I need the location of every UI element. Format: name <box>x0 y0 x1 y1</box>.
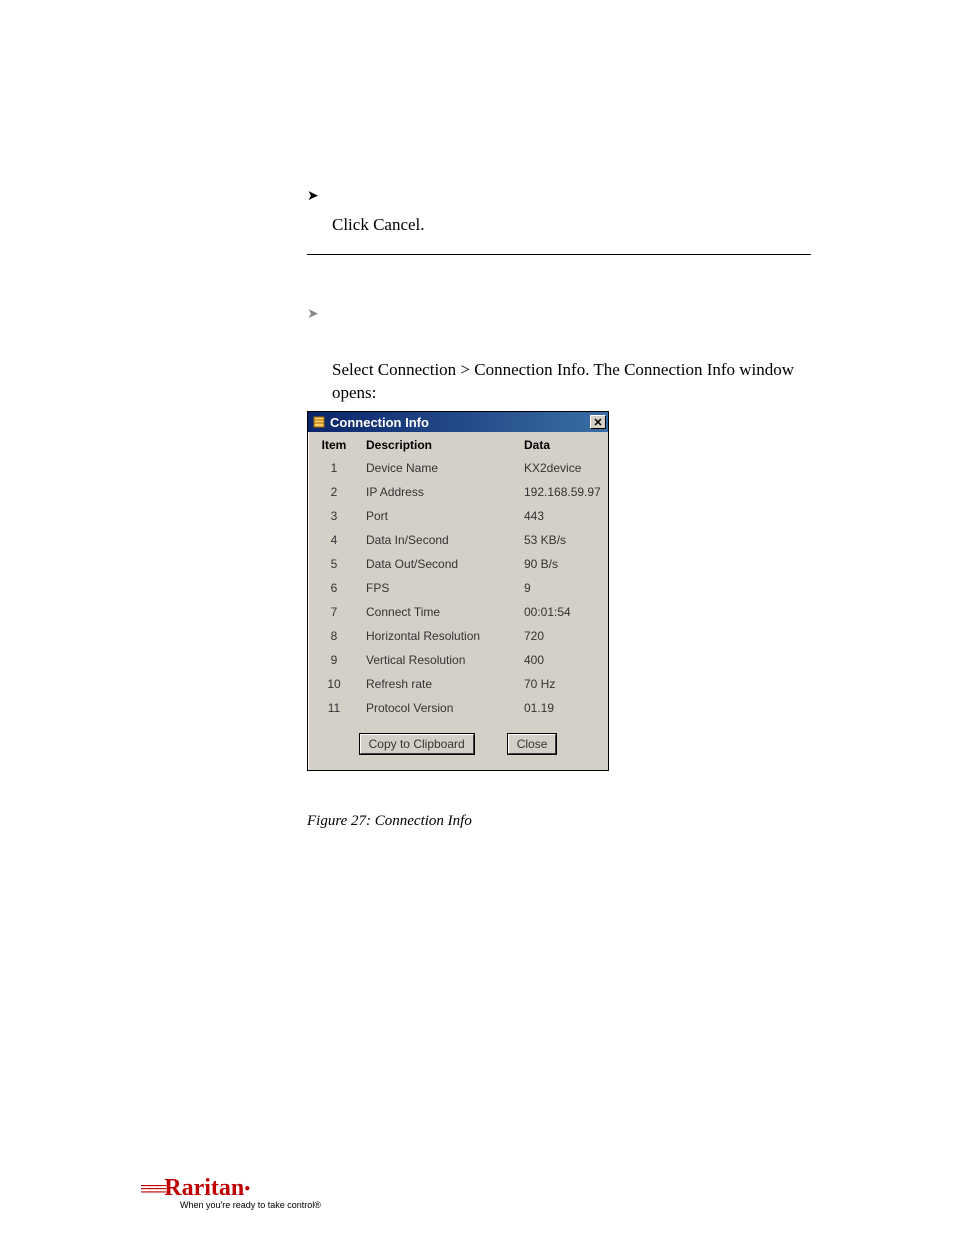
bullet-arrow-icon: ➤ <box>307 306 319 323</box>
cell-item: 9 <box>308 648 360 672</box>
cell-desc: IP Address <box>360 480 518 504</box>
cell-item: 4 <box>308 528 360 552</box>
cell-item: 3 <box>308 504 360 528</box>
figure-caption: Figure 27: Connection Info <box>307 813 472 830</box>
info-table: Item Description Data 1Device NameKX2dev… <box>308 432 608 720</box>
cell-item: 2 <box>308 480 360 504</box>
cell-desc: Horizontal Resolution <box>360 624 518 648</box>
instruction-text: Select Connection > Connection Info. The… <box>332 358 794 382</box>
table-header-row: Item Description Data <box>308 432 608 456</box>
app-icon <box>312 415 326 429</box>
table-row: 1Device NameKX2device <box>308 456 608 480</box>
table-row: 6FPS9 <box>308 576 608 600</box>
cell-desc: Device Name <box>360 456 518 480</box>
table-row: 7Connect Time00:01:54 <box>308 600 608 624</box>
cell-item: 1 <box>308 456 360 480</box>
cell-data: 00:01:54 <box>518 600 608 624</box>
document-page: ➤ Click Cancel. ➤ Select Connection > Co… <box>0 0 954 1235</box>
cell-data: 90 B/s <box>518 552 608 576</box>
cell-data: KX2device <box>518 456 608 480</box>
cell-desc: Connect Time <box>360 600 518 624</box>
cell-data: 70 Hz <box>518 672 608 696</box>
cell-desc: Protocol Version <box>360 696 518 720</box>
table-row: 10Refresh rate70 Hz <box>308 672 608 696</box>
cell-data: 53 KB/s <box>518 528 608 552</box>
logo-tagline: When you're ready to take control® <box>180 1200 350 1210</box>
table-row: 11Protocol Version01.19 <box>308 696 608 720</box>
bullet-arrow-icon: ➤ <box>307 188 319 205</box>
cell-desc: FPS <box>360 576 518 600</box>
window-title: Connection Info <box>330 415 590 430</box>
table-row: 2IP Address192.168.59.97 <box>308 480 608 504</box>
cell-desc: Vertical Resolution <box>360 648 518 672</box>
header-description: Description <box>360 432 518 456</box>
cell-desc: Data In/Second <box>360 528 518 552</box>
copy-to-clipboard-button[interactable]: Copy to Clipboard <box>360 734 474 754</box>
cell-data: 9 <box>518 576 608 600</box>
cell-item: 5 <box>308 552 360 576</box>
table-row: 8Horizontal Resolution720 <box>308 624 608 648</box>
instruction-text: Click Cancel. <box>332 213 425 237</box>
connection-info-window: Connection Info ✕ Item Description Data … <box>307 411 609 771</box>
table-row: 5Data Out/Second90 B/s <box>308 552 608 576</box>
cell-item: 11 <box>308 696 360 720</box>
logo-dot-icon: ● <box>244 1183 250 1194</box>
cell-item: 6 <box>308 576 360 600</box>
cell-data: 01.19 <box>518 696 608 720</box>
cell-data: 443 <box>518 504 608 528</box>
close-button[interactable]: ✕ <box>590 415 606 429</box>
header-item: Item <box>308 432 360 456</box>
section-divider <box>307 254 811 255</box>
header-data: Data <box>518 432 608 456</box>
logo-brand: Raritan <box>164 1175 244 1202</box>
instruction-text: opens: <box>332 381 376 405</box>
window-titlebar: Connection Info ✕ <box>308 412 608 432</box>
cell-item: 7 <box>308 600 360 624</box>
cell-data: 400 <box>518 648 608 672</box>
table-row: 4Data In/Second53 KB/s <box>308 528 608 552</box>
close-button[interactable]: Close <box>508 734 557 754</box>
cell-item: 8 <box>308 624 360 648</box>
cell-item: 10 <box>308 672 360 696</box>
button-row: Copy to Clipboard Close <box>308 720 608 770</box>
close-icon: ✕ <box>593 416 602 429</box>
cell-desc: Port <box>360 504 518 528</box>
table-row: 3Port443 <box>308 504 608 528</box>
raritan-logo: ≡≡≡ Raritan● When you're ready to take c… <box>140 1175 350 1210</box>
cell-data: 192.168.59.97 <box>518 480 608 504</box>
cell-desc: Refresh rate <box>360 672 518 696</box>
logo-mark-icon: ≡≡≡ <box>140 1176 162 1202</box>
table-row: 9Vertical Resolution400 <box>308 648 608 672</box>
cell-data: 720 <box>518 624 608 648</box>
cell-desc: Data Out/Second <box>360 552 518 576</box>
